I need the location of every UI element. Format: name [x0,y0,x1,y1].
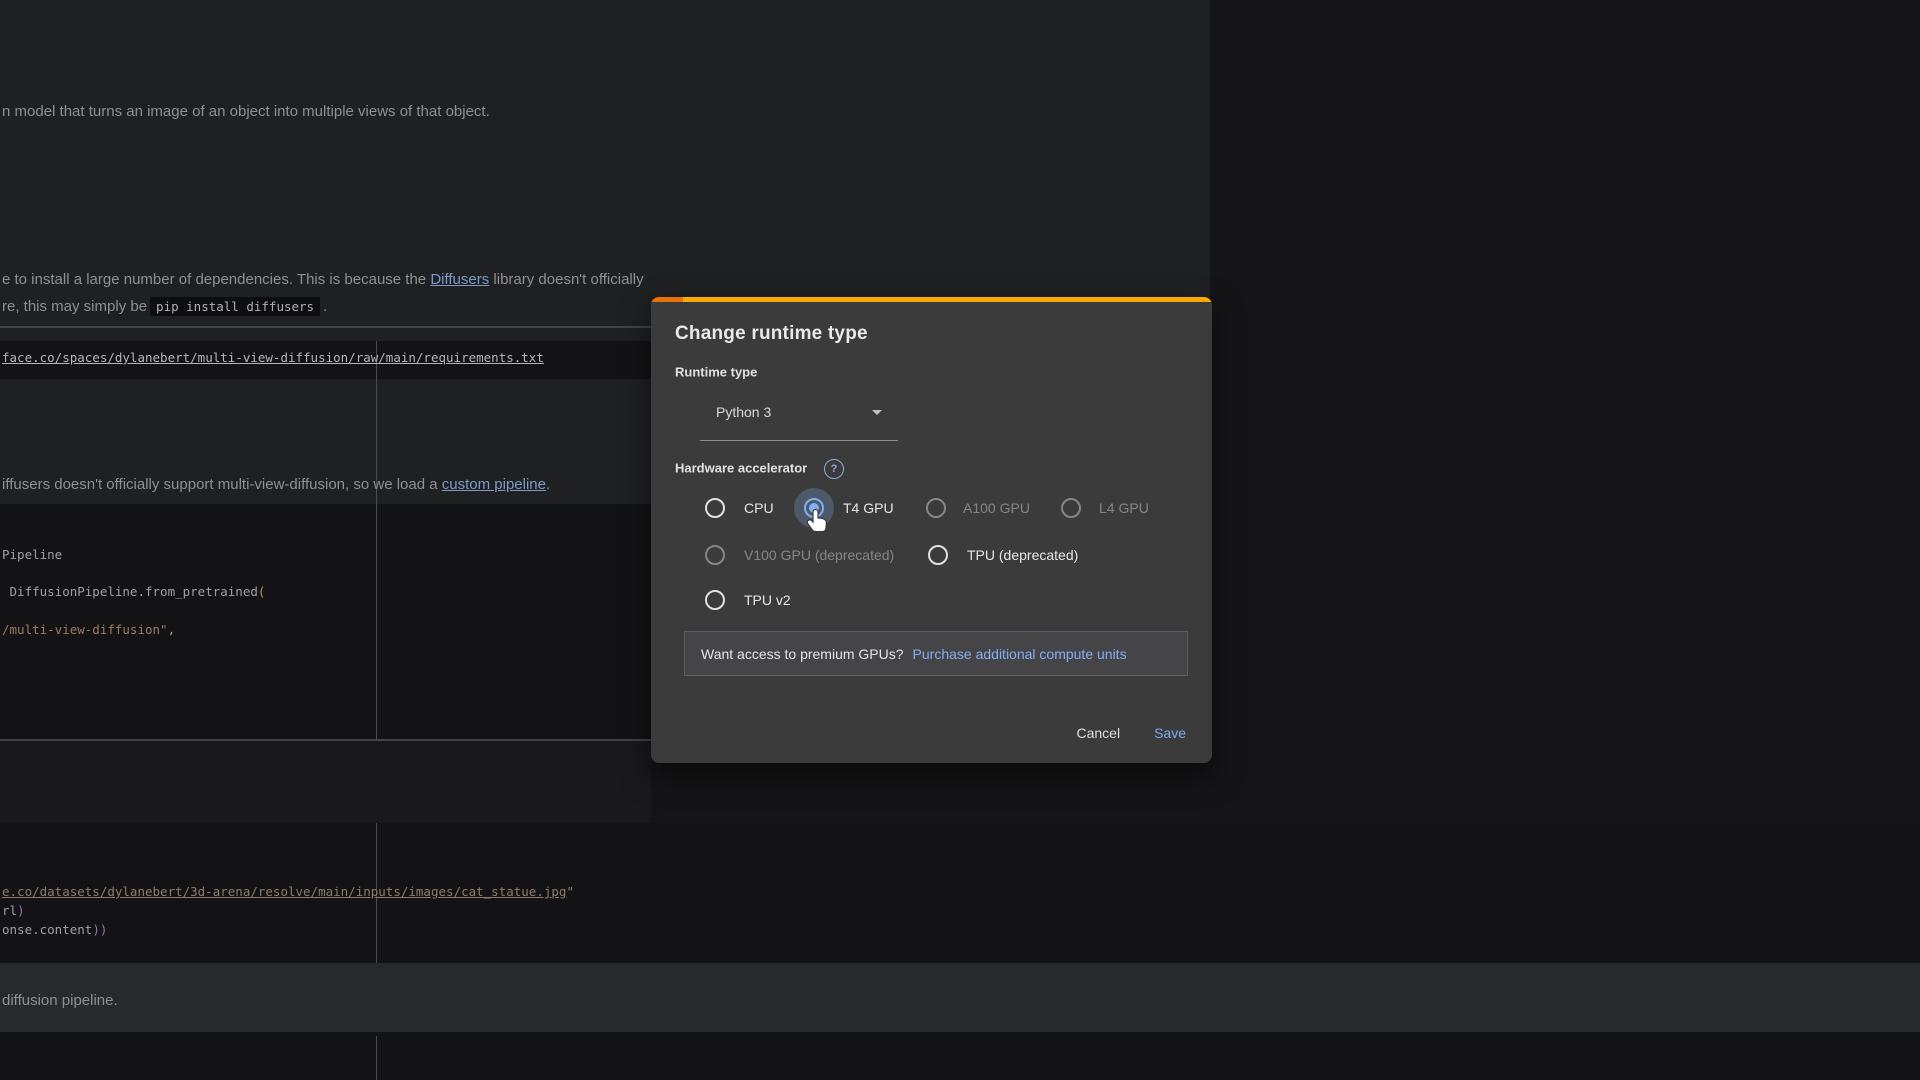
premium-gpu-banner: Want access to premium GPUs? Purchase ad… [684,631,1188,676]
code-paren: ) [17,903,25,918]
cell-separator-line [0,326,651,328]
radio-v100-gpu [705,545,725,565]
code-line: e.co/datasets/dylanebert/3d-arena/resolv… [2,884,574,899]
dialog-button-row: Cancel Save [1066,717,1196,749]
markdown-intro-text: n model that turns an image of an object… [2,103,490,120]
code-paren: ( [258,584,266,599]
radio-label-v100-gpu: V100 GPU (deprecated) [744,547,894,563]
radio-label-tpu-v2[interactable]: TPU v2 [744,592,791,608]
purchase-compute-units-link[interactable]: Purchase additional compute units [913,646,1127,662]
code-line: /multi-view-diffusion", [2,622,175,637]
runtime-type-select[interactable]: Python 3 [700,397,898,431]
paragraph-text: e to install a large number of dependenc… [2,271,430,288]
dialog-title: Change runtime type [675,323,868,345]
dialog-accent-progress-bar [651,297,1212,302]
code-quote: " [566,884,574,899]
cell-gap [0,740,651,823]
markdown-paragraph-line3: iffusers doesn't officially support mult… [2,476,550,493]
code-line: onse.content)) [2,922,107,937]
requirements-output-line: face.co/spaces/dylanebert/multi-view-dif… [2,350,544,365]
hardware-accelerator-label: Hardware accelerator [675,461,807,476]
code-line: Pipeline [2,547,62,562]
code-text: onse.content [2,922,92,937]
markdown-outro-text: diffusion pipeline. [2,992,118,1009]
diffusers-link[interactable]: Diffusers [430,271,489,288]
output-frame-border [376,1036,377,1080]
radio-label-tpu-deprecated[interactable]: TPU (deprecated) [967,547,1078,563]
code-text: DiffusionPipeline.from_pretrained [2,584,258,599]
code-text: , [168,622,176,637]
requirements-url-link[interactable]: face.co/spaces/dylanebert/multi-view-dif… [2,350,544,365]
radio-tpu-v2[interactable] [705,590,725,610]
markdown-band-low [0,963,1920,1032]
code-string: /multi-view-diffusion" [2,622,168,637]
output-frame-border [376,341,377,740]
cell-bottom-border [0,739,651,741]
custom-pipeline-link[interactable]: custom pipeline [442,476,546,493]
radio-l4-gpu [1061,498,1081,518]
chevron-down-icon [872,410,882,415]
radio-label-cpu[interactable]: CPU [744,500,774,516]
code-cell-bottom [0,1032,1920,1080]
help-icon[interactable]: ? [824,459,844,479]
change-runtime-type-dialog: Change runtime type Runtime type Python … [651,297,1212,763]
save-button[interactable]: Save [1144,717,1196,749]
radio-label-t4-gpu[interactable]: T4 GPU [843,500,894,516]
radio-a100-gpu [926,498,946,518]
markdown-paragraph-line1: e to install a large number of dependenc… [2,271,644,288]
paragraph-text: iffusers doesn't officially support mult… [2,476,442,493]
code-line: DiffusionPipeline.from_pretrained( [2,584,265,599]
paragraph-text: re, this may simply be [2,298,147,315]
code-url-string[interactable]: e.co/datasets/dylanebert/3d-arena/resolv… [2,884,566,899]
paragraph-text: library doesn't officially [489,271,643,288]
markdown-paragraph-line2: re, this may simply be pip install diffu… [2,295,327,317]
code-text: rl [2,903,17,918]
runtime-type-selected-value: Python 3 [716,404,771,420]
paragraph-text: . [546,476,550,493]
inline-code-chip: pip install diffusers [150,297,320,316]
radio-cpu[interactable] [705,498,725,518]
select-underline [700,440,898,441]
radio-label-a100-gpu: A100 GPU [963,500,1030,516]
code-line: rl) [2,903,25,918]
radio-tpu-deprecated[interactable] [928,545,948,565]
markdown-band-top [0,0,1210,341]
hand-cursor-icon [806,508,830,534]
cancel-button[interactable]: Cancel [1066,717,1130,749]
paragraph-text: . [323,298,327,315]
radio-label-l4-gpu: L4 GPU [1099,500,1149,516]
premium-banner-text: Want access to premium GPUs? [701,646,904,662]
colab-page: n model that turns an image of an object… [0,0,1920,1080]
runtime-type-label: Runtime type [675,365,757,380]
code-parens: )) [92,922,107,937]
